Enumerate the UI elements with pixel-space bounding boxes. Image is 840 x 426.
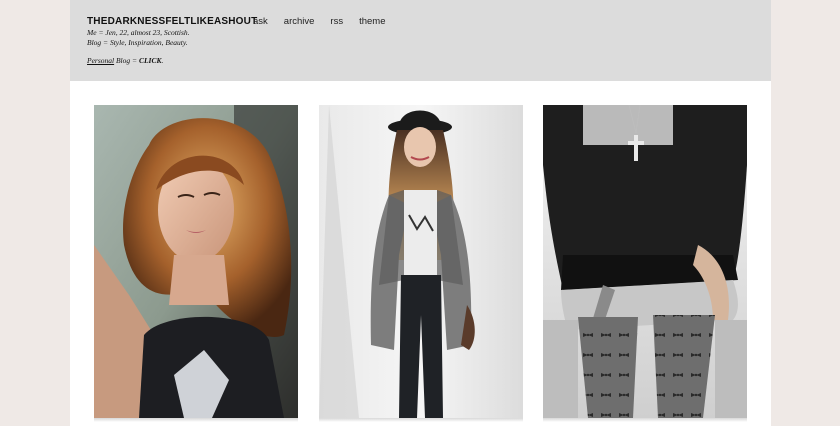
personal-blog-line: Personal Blog = CLICK. xyxy=(87,56,164,65)
photo-sweater-cross-tights-icon xyxy=(543,105,747,418)
blog-description: Me = Jen, 22, almost 23, Scottish. Blog … xyxy=(87,28,190,66)
nav-rss-link[interactable]: rss xyxy=(330,16,343,27)
post-photo-1[interactable] xyxy=(94,105,298,418)
post-photo-3[interactable] xyxy=(543,105,747,418)
post-3-shadow xyxy=(543,418,747,422)
post-photo-2[interactable] xyxy=(319,105,523,418)
photo-woman-hat-cardigan-icon xyxy=(319,105,523,418)
post-1-shadow xyxy=(94,418,298,422)
click-link[interactable]: CLICK xyxy=(139,56,162,65)
description-line-2: Blog = Style, Inspiration, Beauty. xyxy=(87,37,188,47)
main-column: THEDARKNESSFELTLIKEASHOUT ask archive rs… xyxy=(70,0,771,426)
nav-ask-link[interactable]: ask xyxy=(253,16,268,27)
personal-link[interactable]: Personal xyxy=(87,56,114,65)
nav-archive-link[interactable]: archive xyxy=(284,16,315,27)
nav-theme-link[interactable]: theme xyxy=(359,16,385,27)
photo-woman-portrait-icon xyxy=(94,105,298,418)
blog-title[interactable]: THEDARKNESSFELTLIKEASHOUT xyxy=(87,16,257,27)
personal-blog-text: Blog = xyxy=(114,56,139,65)
nav-menu: ask archive rss theme xyxy=(253,16,386,27)
post-2-shadow xyxy=(319,418,523,422)
description-line-1: Me = Jen, 22, almost 23, Scottish. xyxy=(87,28,190,37)
blog-header: THEDARKNESSFELTLIKEASHOUT ask archive rs… xyxy=(70,0,771,81)
